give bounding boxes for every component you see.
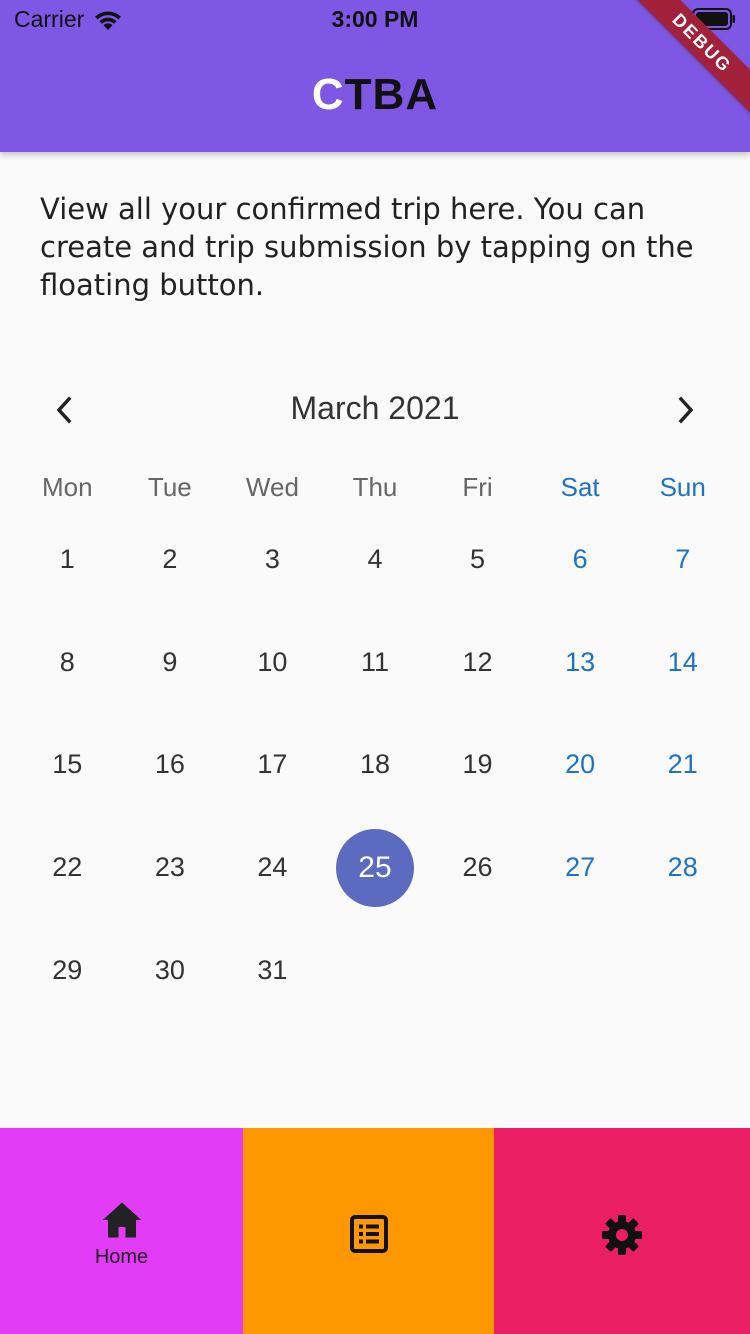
calendar-day[interactable]: 31 (221, 919, 324, 1022)
day-number: 3 (264, 543, 280, 574)
weekday-wed: Wed (245, 472, 299, 502)
tab-trips-list[interactable] (243, 1128, 494, 1334)
day-number: 12 (462, 646, 493, 677)
calendar-day[interactable]: 16 (119, 714, 222, 817)
day-number: 1 (59, 543, 75, 574)
day-number: 26 (462, 852, 493, 883)
day-number: 8 (59, 646, 75, 677)
weekday-sat: Sat (560, 472, 600, 502)
calendar-day[interactable]: 29 (16, 919, 119, 1022)
calendar-day[interactable]: 10 (221, 611, 324, 714)
calendar-day[interactable]: 6 (529, 508, 632, 611)
calendar-day-selected[interactable]: 25 (324, 816, 427, 919)
day-number: 13 (565, 646, 596, 677)
day-number: 22 (52, 852, 83, 883)
day-number: 18 (359, 749, 390, 780)
day-number: 19 (462, 749, 493, 780)
day-number: 4 (367, 543, 383, 574)
day-number: 10 (257, 646, 288, 677)
day-number: 25 (335, 828, 414, 907)
day-number: 29 (52, 954, 83, 985)
day-number: 28 (667, 852, 698, 883)
calendar-day[interactable]: 21 (631, 714, 734, 817)
app-title-first-letter: C (311, 70, 345, 119)
calendar-days-grid: 1 2 3 4 5 6 7 8 9 10 11 12 13 14 15 16 1… (16, 508, 734, 1022)
day-number: 24 (257, 852, 288, 883)
day-number: 14 (667, 646, 698, 677)
app-bar: Carrier 3:00 PM CTBA DEBUG (0, 0, 750, 152)
chevron-right-icon (678, 396, 694, 424)
bottom-navigation: Home (0, 1128, 750, 1334)
day-number: 7 (675, 543, 691, 574)
day-number: 30 (154, 954, 185, 985)
tab-settings[interactable] (494, 1128, 750, 1334)
day-number: 23 (154, 852, 185, 883)
calendar-day[interactable]: 30 (119, 919, 222, 1022)
calendar-day[interactable]: 14 (631, 611, 734, 714)
day-number: 11 (360, 646, 389, 677)
day-number: 2 (162, 543, 178, 574)
calendar-day[interactable]: 24 (221, 816, 324, 919)
tab-home[interactable]: Home (0, 1128, 243, 1334)
calendar-day[interactable]: 9 (119, 611, 222, 714)
home-icon (102, 1202, 141, 1238)
weekday-mon: Mon (41, 472, 93, 502)
calendar-day[interactable]: 1 (16, 508, 119, 611)
calendar-day[interactable]: 12 (426, 611, 529, 714)
weekday-tue: Tue (147, 472, 192, 502)
month-title: March 2021 (290, 390, 460, 426)
calendar-day[interactable]: 15 (16, 714, 119, 817)
day-number: 27 (565, 852, 596, 883)
calendar-day[interactable]: 26 (426, 816, 529, 919)
calendar-day[interactable]: 27 (529, 816, 632, 919)
gear-icon (602, 1215, 642, 1255)
app-title-rest: TBA (344, 70, 439, 119)
app-title: CTBA (0, 70, 750, 120)
intro-text: View all your confirmed trip here. You c… (40, 192, 694, 302)
day-number: 6 (572, 543, 588, 574)
status-time: 3:00 PM (331, 6, 419, 32)
calendar-day[interactable]: 13 (529, 611, 632, 714)
calendar-day[interactable]: 11 (324, 611, 427, 714)
next-month-button[interactable] (666, 390, 706, 430)
weekday-fri: Fri (462, 472, 493, 502)
calendar-day[interactable]: 7 (631, 508, 734, 611)
weekday-thu: Thu (352, 472, 398, 502)
calendar-day[interactable]: 19 (426, 714, 529, 817)
calendar-day[interactable]: 2 (119, 508, 222, 611)
day-number: 5 (470, 543, 486, 574)
calendar-day[interactable]: 4 (324, 508, 427, 611)
calendar-day[interactable]: 18 (324, 714, 427, 817)
calendar-day[interactable]: 23 (119, 816, 222, 919)
calendar-day[interactable]: 22 (16, 816, 119, 919)
day-number: 9 (162, 646, 178, 677)
list-alt-icon (349, 1215, 388, 1253)
day-number: 17 (257, 749, 288, 780)
calendar-day[interactable]: 3 (221, 508, 324, 611)
calendar-day[interactable]: 8 (16, 611, 119, 714)
calendar-header: March 2021 (0, 384, 750, 436)
day-number: 16 (154, 749, 185, 780)
tab-home-label: Home (94, 1246, 149, 1268)
weekday-sun: Sun (659, 472, 706, 502)
day-number: 31 (257, 954, 288, 985)
calendar-day[interactable]: 17 (221, 714, 324, 817)
calendar-day[interactable]: 5 (426, 508, 529, 611)
day-number: 20 (565, 749, 596, 780)
calendar-day[interactable]: 20 (529, 714, 632, 817)
weekday-header-row: Mon Tue Wed Thu Fri Sat Sun (16, 472, 734, 503)
day-number: 21 (667, 749, 698, 780)
calendar-day[interactable]: 28 (631, 816, 734, 919)
day-number: 15 (52, 749, 83, 780)
